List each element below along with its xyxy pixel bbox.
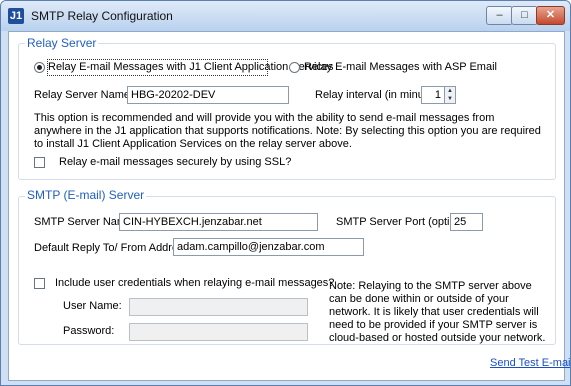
restore-button[interactable]: □ — [511, 6, 538, 25]
relay-interval-input[interactable]: 1 — [421, 86, 445, 104]
reply-address-input[interactable]: adam.campillo@jenzabar.com — [173, 238, 364, 256]
relay-description: This option is recommended and will prov… — [34, 112, 541, 150]
username-input[interactable] — [129, 298, 308, 316]
relay-server-name-input[interactable]: HBG-20202-DEV — [127, 86, 289, 104]
smtp-note: Note: Relaying to the SMTP server above … — [329, 280, 546, 344]
relay-server-group-title: Relay Server — [25, 36, 99, 50]
smtp-port-input[interactable]: 25 — [450, 213, 483, 231]
username-label: User Name: — [63, 300, 122, 312]
close-button[interactable]: ✕ — [536, 6, 565, 25]
password-label: Password: — [63, 325, 115, 337]
smtp-relay-config-window: J1 SMTP Relay Configuration – □ ✕ Relay … — [0, 0, 571, 386]
title-bar: J1 SMTP Relay Configuration – □ ✕ — [1, 1, 570, 31]
smtp-server-name-input[interactable]: CIN-HYBEXCH.jenzabar.net — [119, 213, 318, 231]
relay-j1-radio[interactable] — [34, 62, 45, 73]
window-title: SMTP Relay Configuration — [31, 9, 173, 23]
password-input[interactable] — [129, 323, 308, 341]
spin-down-icon[interactable]: ▼ — [445, 95, 455, 103]
dialog-body: Relay Server Relay E-mail Messages with … — [8, 31, 570, 381]
reply-address-label: Default Reply To/ From Address: — [34, 242, 193, 254]
radio-selected-dot — [37, 65, 42, 70]
relay-asp-radio[interactable] — [289, 62, 300, 73]
relay-interval-spinner[interactable]: ▲ ▼ — [445, 86, 456, 104]
send-test-email-link[interactable]: Send Test E-mail — [490, 357, 570, 369]
spin-up-icon[interactable]: ▲ — [445, 87, 455, 95]
ssl-checkbox[interactable] — [34, 157, 45, 168]
relay-server-name-label: Relay Server Name: — [34, 89, 134, 101]
relay-asp-label[interactable]: Relay E-mail Messages with ASP Email — [304, 61, 497, 73]
credentials-label[interactable]: Include user credentials when relaying e… — [55, 277, 334, 289]
app-icon: J1 — [8, 8, 24, 24]
ssl-label[interactable]: Relay e-mail messages securely by using … — [59, 156, 291, 168]
credentials-checkbox[interactable] — [34, 278, 45, 289]
smtp-server-group-title: SMTP (E-mail) Server — [25, 188, 147, 202]
minimize-button[interactable]: – — [486, 6, 513, 25]
